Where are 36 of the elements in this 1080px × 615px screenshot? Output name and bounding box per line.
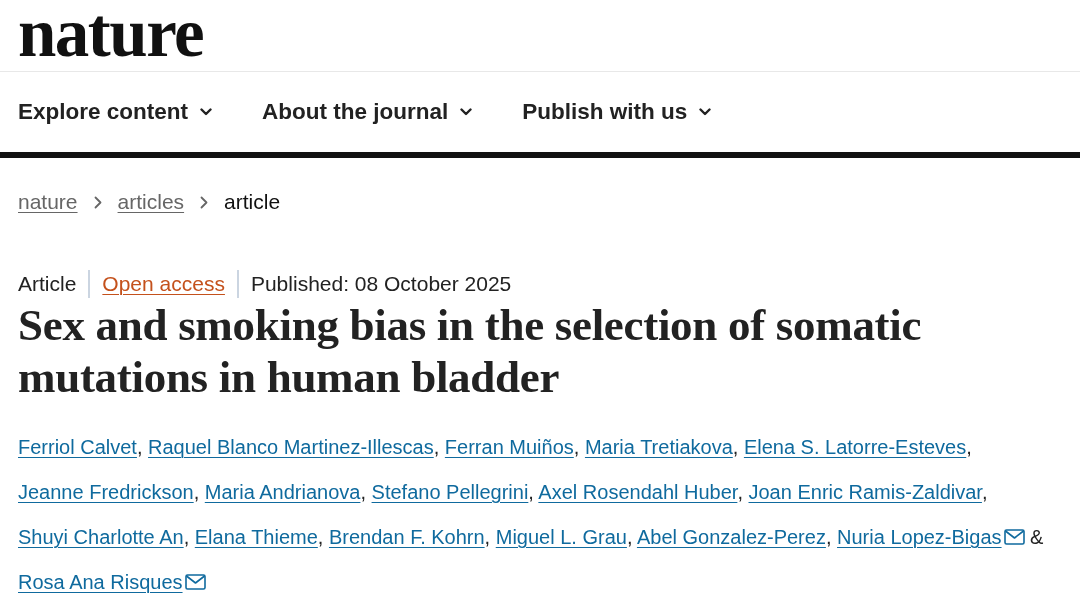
chevron-down-icon xyxy=(460,108,473,116)
author-link[interactable]: Nuria Lopez-Bigas xyxy=(837,526,1002,548)
author-link[interactable]: Brendan F. Kohrn xyxy=(328,526,485,548)
open-access-link[interactable]: Open access xyxy=(102,272,225,296)
author-link[interactable]: Elana Thieme xyxy=(194,526,318,548)
author-link[interactable]: Ferriol Calvet xyxy=(18,436,137,458)
chevron-down-icon xyxy=(699,108,712,116)
publication-date: Published: 08 October 2025 xyxy=(250,272,512,296)
chevron-down-icon xyxy=(200,108,213,116)
envelope-icon[interactable] xyxy=(184,574,206,590)
author-link[interactable]: Miguel L. Grau xyxy=(495,526,627,548)
author-link[interactable]: Rosa Ana Risques xyxy=(18,571,183,593)
article-title: Sex and smoking bias in the selection of somatic mutations in human bladder xyxy=(18,299,923,403)
author-link[interactable]: Maria Tretiakova xyxy=(584,436,733,458)
author-link[interactable]: Axel Rosendahl Huber xyxy=(538,481,738,503)
nav-menu-button[interactable]: Publish with us xyxy=(522,98,712,126)
author-link[interactable]: Elena S. Latorre-Esteves xyxy=(743,436,967,458)
author-list: Ferriol Calvet, Raquel Blanco Martinez-Illescas, Ferran Muiños, Maria Tretiakova, Elena S. Latorre-Esteves, Jeanne Fredrickson, Maria Andrianova, Stefano Pellegrini, Axel Rosendahl Huber, Joan Enric Ramis-Zaldivar, Shuyi Charlotte An, Elana Thieme, Brendan F. Kohrn, Miguel L. Grau, Abel Gonzalez-Perez, Nuria Lopez-Bigas & Rosa Ana Risques xyxy=(18,425,1068,605)
author-link[interactable]: Joan Enric Ramis-Zaldivar xyxy=(748,481,982,503)
author-link[interactable]: Jeanne Fredrickson xyxy=(18,481,194,503)
author-link[interactable]: Maria Andrianova xyxy=(204,481,361,503)
author-link[interactable]: Raquel Blanco Martinez-Illescas xyxy=(148,436,434,458)
author-link[interactable]: Stefano Pellegrini xyxy=(371,481,529,503)
breadcrumb-link[interactable]: nature xyxy=(18,190,78,214)
chevron-right-icon xyxy=(93,195,102,209)
nav-menu-button[interactable]: Explore content xyxy=(18,98,213,126)
breadcrumb-current: article xyxy=(224,190,281,214)
envelope-icon[interactable] xyxy=(1003,529,1025,545)
article-type-label: Article xyxy=(18,272,77,296)
site-logo[interactable]: nature xyxy=(18,0,204,66)
author-link[interactable]: Shuyi Charlotte An xyxy=(18,526,184,548)
nav-menu-button[interactable]: About the journal xyxy=(262,98,473,126)
author-link[interactable]: Abel Gonzalez-Perez xyxy=(636,526,826,548)
author-link[interactable]: Ferran Muiños xyxy=(444,436,574,458)
breadcrumb-link[interactable]: articles xyxy=(117,190,185,214)
chevron-right-icon xyxy=(200,195,209,209)
